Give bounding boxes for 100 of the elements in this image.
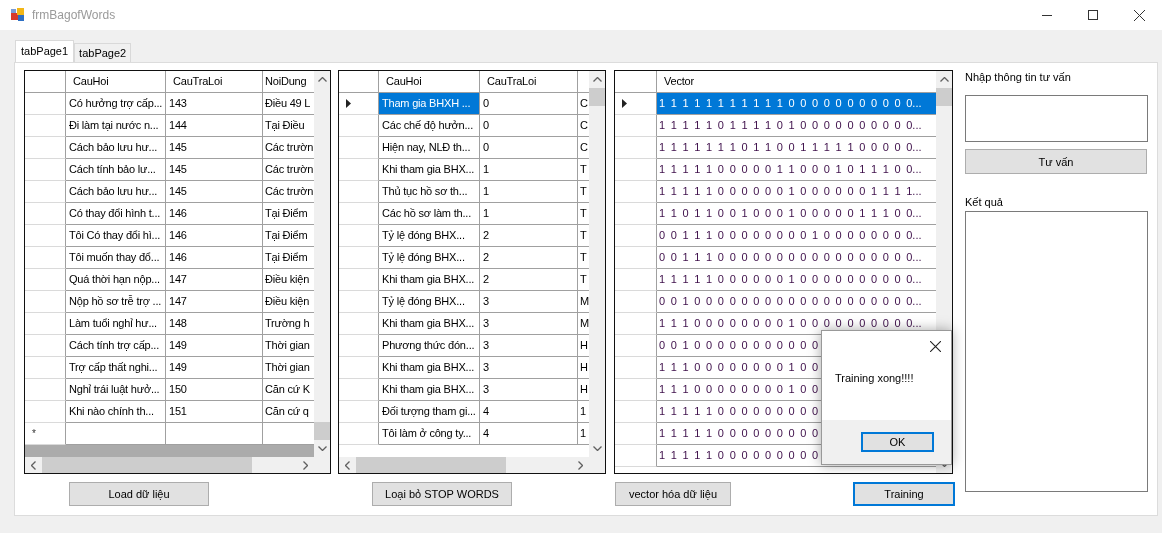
table-cell[interactable]: 4 [480, 401, 578, 423]
table-cell[interactable]: Quá thời hạn nộp... [66, 269, 166, 291]
table-cell[interactable]: Các hồ sơ làm th... [379, 203, 480, 225]
result-field[interactable] [965, 211, 1148, 492]
table-cell[interactable]: Các chế độ hưởn... [379, 115, 480, 137]
tab[interactable]: tabPage2 [74, 43, 132, 62]
table-cell[interactable]: 3 [480, 291, 578, 313]
table-cell[interactable]: 1 1 1 1 1 0 0 0 0 0 0 1 0 0 0 0 0 0 1 1 1 1... [657, 181, 936, 203]
action-button[interactable]: Loại bỏ STOP WORDS [372, 482, 512, 506]
scroll-up-icon[interactable] [317, 77, 327, 82]
table-cell[interactable]: Khi tham gia BHX... [379, 357, 480, 379]
column-header[interactable]: CauTraLoi [480, 71, 578, 93]
scrollbar-thumb[interactable] [356, 457, 506, 473]
table-cell[interactable]: Nộp hồ sơ trễ trợ ... [66, 291, 166, 313]
ok-button[interactable]: OK [861, 432, 934, 452]
table-cell[interactable]: 145 [166, 137, 263, 159]
scroll-left-icon[interactable] [31, 460, 36, 470]
table-cell[interactable]: 1 [480, 203, 578, 225]
table-cell[interactable]: 1 1 1 1 1 1 1 0 1 1 0 0 1 1 1 1 1 0 0 0 0 0... [657, 137, 936, 159]
action-button[interactable]: Training [853, 482, 955, 506]
tab[interactable]: tabPage1 [15, 40, 75, 62]
table-cell[interactable]: 3 [480, 379, 578, 401]
table-cell[interactable]: Làm tuổi nghỉ hư... [66, 313, 166, 335]
header-corner[interactable] [25, 71, 66, 93]
scroll-down-icon[interactable] [592, 446, 602, 451]
input-field[interactable] [965, 95, 1148, 142]
table-cell[interactable]: 1 1 1 1 1 0 1 1 1 1 0 1 0 0 0 0 0 0 0 0 0 0... [657, 115, 936, 137]
close-icon[interactable] [930, 341, 941, 352]
table-cell[interactable]: 2 [480, 225, 578, 247]
action-button[interactable]: Load dữ liệu [69, 482, 209, 506]
table-cell[interactable]: 150 [166, 379, 263, 401]
scrollbar-thumb[interactable] [936, 88, 952, 106]
table-cell[interactable]: 145 [166, 159, 263, 181]
table-cell[interactable]: 145 [166, 181, 263, 203]
table-cell[interactable]: Đi làm tại nước n... [66, 115, 166, 137]
table-cell[interactable]: Có hưởng trợ cấp... [66, 93, 166, 115]
table-cell[interactable]: 2 [480, 269, 578, 291]
table-cell[interactable]: 4 [480, 423, 578, 445]
table-cell[interactable]: 147 [166, 269, 263, 291]
advise-button[interactable]: Tư vấn [965, 149, 1147, 174]
vertical-scrollbar[interactable] [589, 71, 605, 457]
table-cell[interactable]: 0 0 1 1 1 0 0 0 0 0 0 0 0 1 0 0 0 0 0 0 0 0... [657, 225, 936, 247]
table-cell[interactable]: Khi nào chính th... [66, 401, 166, 423]
table-cell[interactable]: 2 [480, 247, 578, 269]
table-cell[interactable]: 146 [166, 225, 263, 247]
table-cell[interactable]: Khi tham gia BHX... [379, 159, 480, 181]
table-cell[interactable]: Cách tính bảo lư... [66, 159, 166, 181]
table-cell[interactable]: 146 [166, 203, 263, 225]
table-cell[interactable]: 0 [480, 115, 578, 137]
table-cell[interactable]: Cách tính trợ cấp... [66, 335, 166, 357]
table-cell[interactable]: 1 1 0 1 1 0 0 1 0 0 0 1 0 0 0 0 0 1 1 1 0 0... [657, 203, 936, 225]
table-cell[interactable]: Hiện nay, NLĐ th... [379, 137, 480, 159]
table-cell[interactable]: Phương thức đón... [379, 335, 480, 357]
scroll-right-icon[interactable] [303, 460, 308, 470]
table-cell[interactable]: Tham gia BHXH ... [379, 93, 480, 115]
table-cell[interactable]: Tôi muốn thay đổ... [66, 247, 166, 269]
table-cell[interactable]: 149 [166, 357, 263, 379]
action-button[interactable]: vector hóa dữ liệu [615, 482, 731, 506]
table-cell[interactable]: Cách bảo lưu hư... [66, 181, 166, 203]
table-cell[interactable]: 0 [480, 93, 578, 115]
table-cell[interactable]: Tỷ lệ đóng BHX... [379, 247, 480, 269]
table-cell[interactable]: Tỷ lệ đóng BHX... [379, 225, 480, 247]
table-cell[interactable]: Trợ cấp thất nghi... [66, 357, 166, 379]
scroll-up-icon[interactable] [592, 77, 602, 82]
scrollbar-thumb[interactable] [314, 422, 330, 440]
table-cell[interactable]: 3 [480, 335, 578, 357]
table-cell[interactable]: Khi tham gia BHX... [379, 269, 480, 291]
scrollbar-thumb[interactable] [42, 457, 252, 473]
scrollbar-thumb[interactable] [589, 88, 605, 106]
scroll-right-icon[interactable] [578, 460, 583, 470]
scroll-left-icon[interactable] [345, 460, 350, 470]
column-header[interactable]: CauTraLoi [166, 71, 263, 93]
table-cell[interactable]: Khi tham gia BHX... [379, 313, 480, 335]
table-cell[interactable]: 1 [480, 159, 578, 181]
table-cell[interactable]: Nghỉ trái luật hưở... [66, 379, 166, 401]
table-cell[interactable]: Tôi làm ở công ty... [379, 423, 480, 445]
vertical-scrollbar[interactable] [314, 71, 330, 457]
column-header[interactable]: CauHoi [66, 71, 166, 93]
scroll-down-icon[interactable] [317, 446, 327, 451]
table-cell[interactable]: 147 [166, 291, 263, 313]
table-cell[interactable]: Có thay đổi hình t... [66, 203, 166, 225]
table-cell[interactable]: 1 1 1 1 1 0 0 0 0 0 1 1 0 0 0 1 0 1 1 1 0 0... [657, 159, 936, 181]
scroll-up-icon[interactable] [939, 77, 949, 82]
table-cell[interactable]: Cách bảo lưu hư... [66, 137, 166, 159]
table-cell[interactable]: 3 [480, 357, 578, 379]
table-cell[interactable]: Tôi Có thay đổi hì... [66, 225, 166, 247]
table-cell[interactable]: 144 [166, 115, 263, 137]
table-cell[interactable]: 146 [166, 247, 263, 269]
table-cell[interactable]: 148 [166, 313, 263, 335]
table-cell[interactable]: 1 1 1 1 1 0 0 0 0 0 0 1 0 0 0 0 0 0 0 0 0 0... [657, 269, 936, 291]
table-cell[interactable]: Đối tượng tham gi... [379, 401, 480, 423]
table-cell[interactable]: 1 1 1 1 1 1 1 1 1 1 1 0 0 0 0 0 0 0 0 0 0 0... [657, 93, 936, 115]
table-cell[interactable]: 143 [166, 93, 263, 115]
table-cell[interactable]: 3 [480, 313, 578, 335]
table-cell[interactable]: Tỷ lệ đóng BHX... [379, 291, 480, 313]
table-cell[interactable]: 151 [166, 401, 263, 423]
table-cell[interactable]: 0 0 1 1 1 0 0 0 0 0 0 0 0 0 0 0 0 0 0 0 0 0... [657, 247, 936, 269]
table-cell[interactable]: 149 [166, 335, 263, 357]
table-cell[interactable]: Thủ tục hồ sơ th... [379, 181, 480, 203]
table-cell[interactable]: Khi tham gia BHX... [379, 379, 480, 401]
